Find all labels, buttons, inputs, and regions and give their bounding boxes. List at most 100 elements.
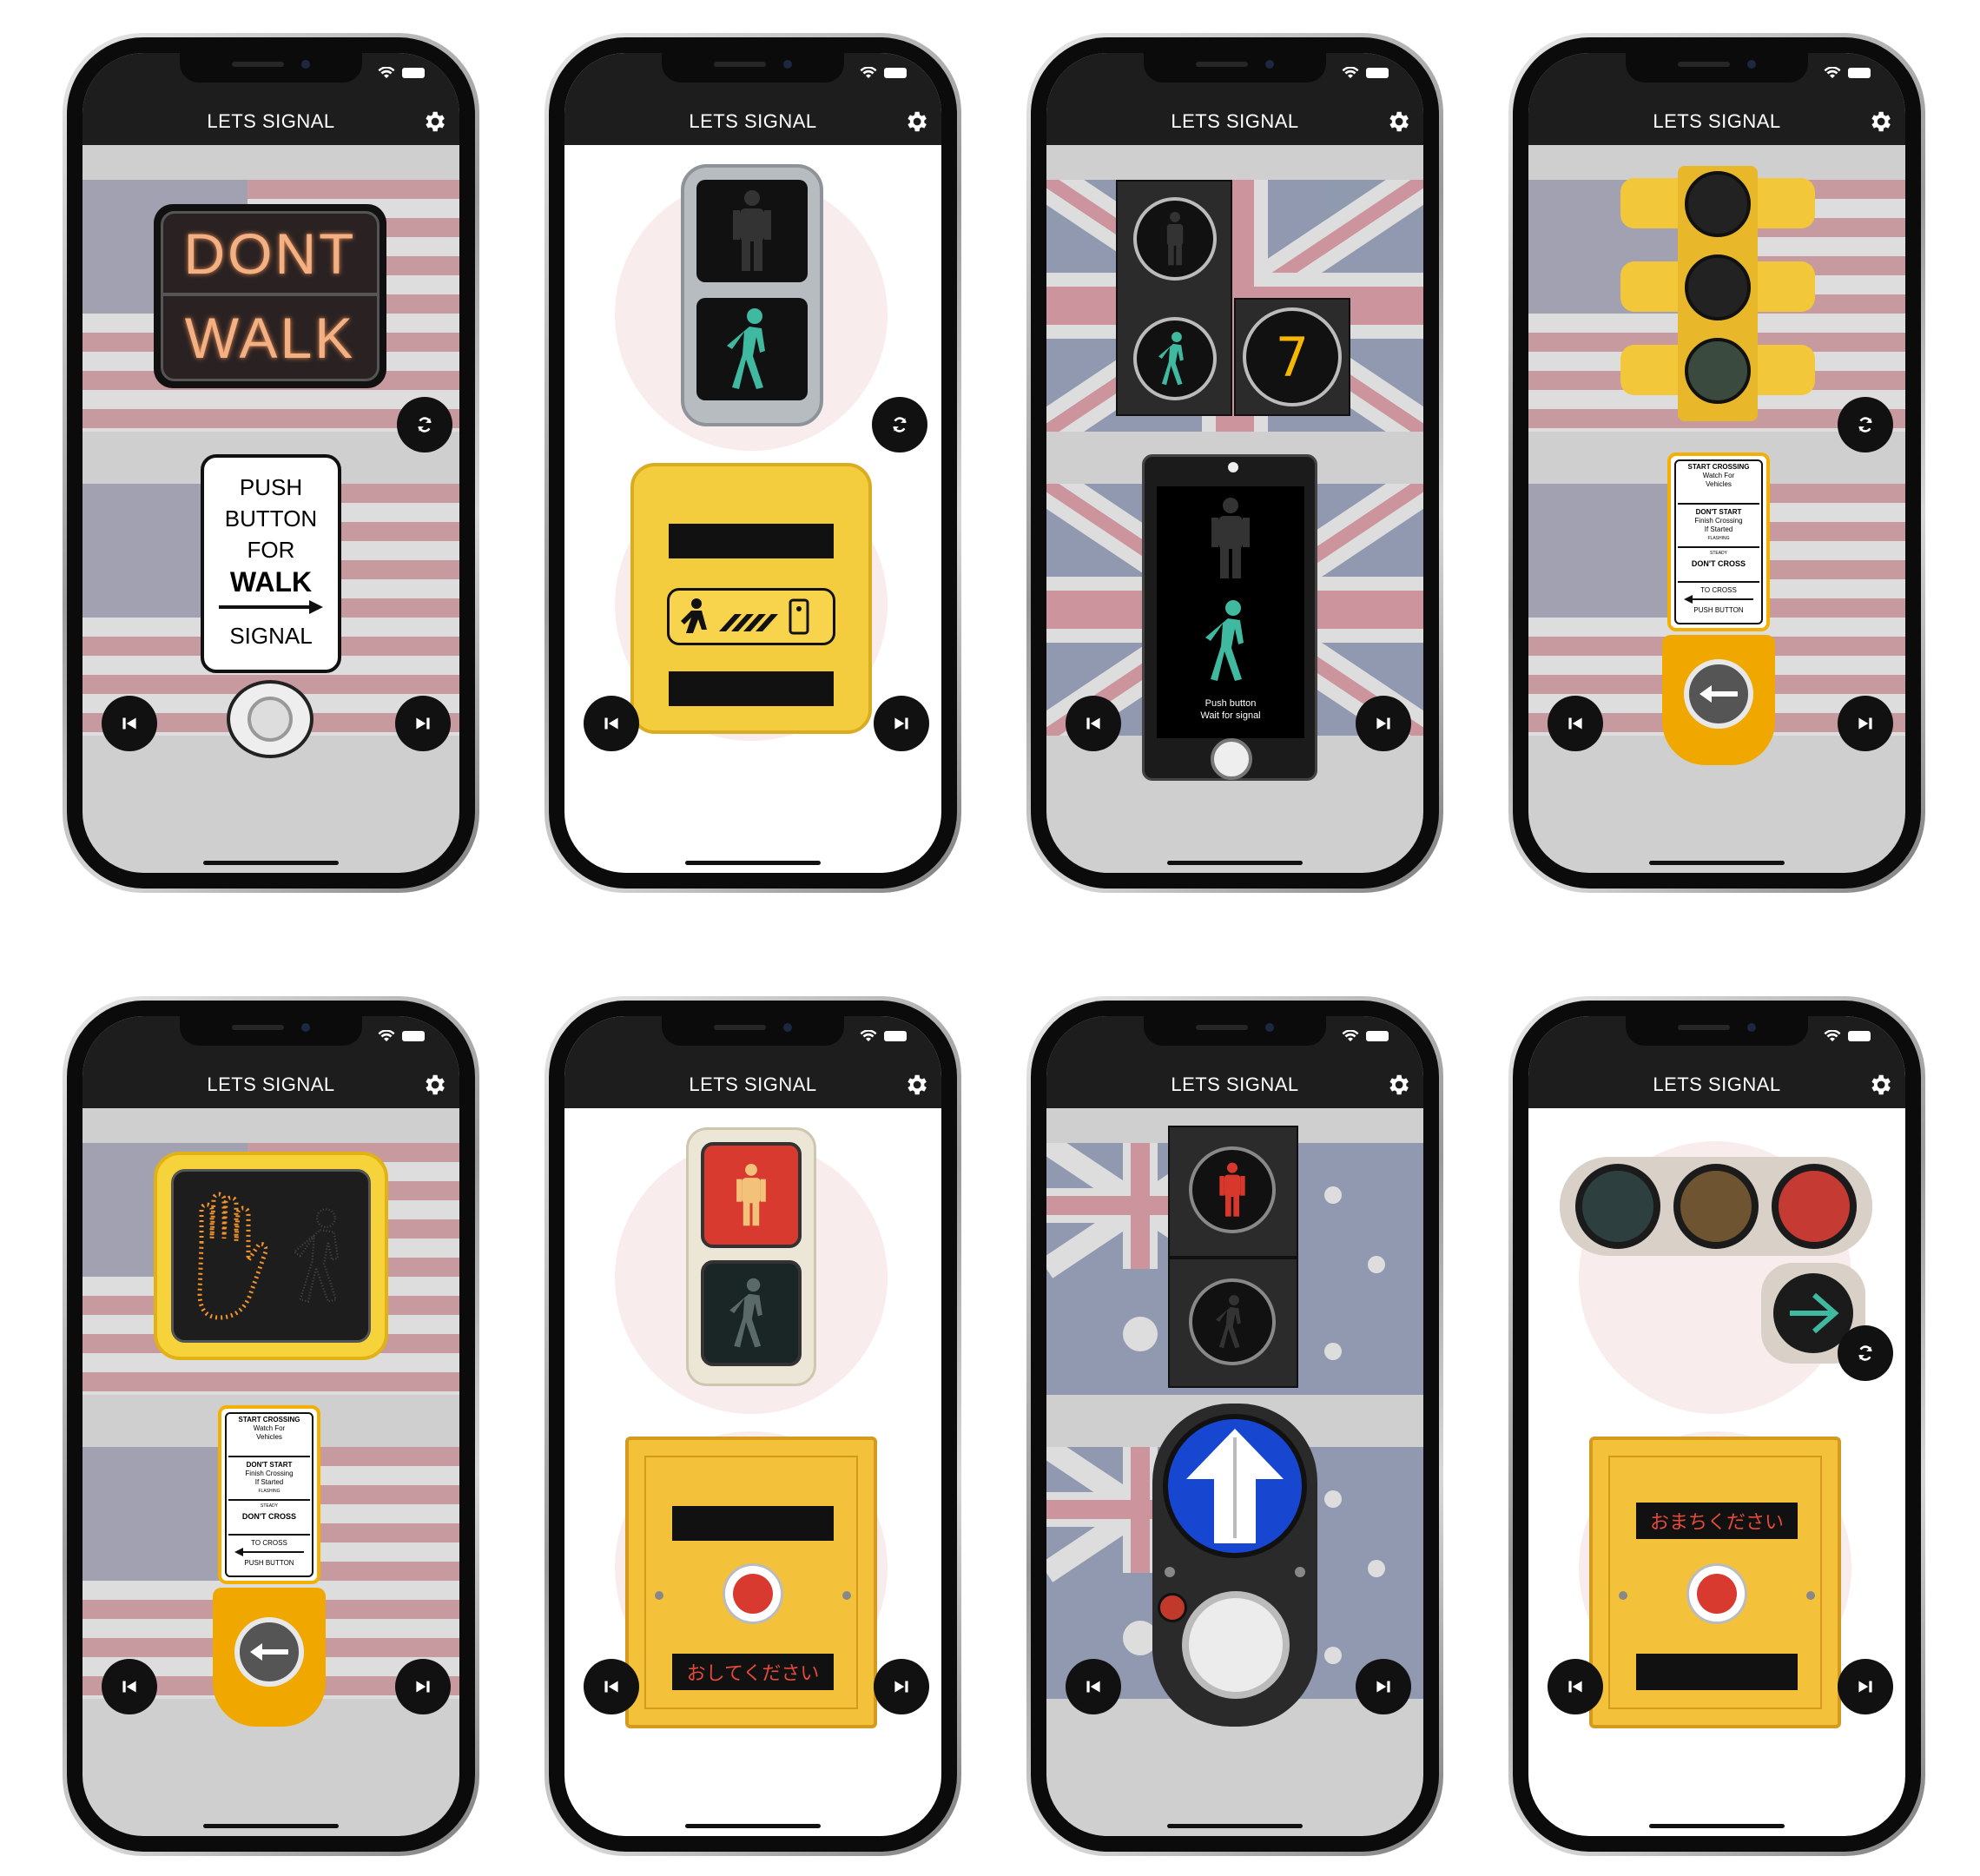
signal-lamp — [1673, 1164, 1759, 1249]
crossing-instruction-sign: START CROSSING Watch For Vehicles DON'T … — [1667, 452, 1770, 631]
phone-frame: LETS SIGNAL DONT WALK PUSH BUTTON FOR WA… — [63, 33, 479, 893]
app-title: LETS SIGNAL — [689, 1073, 817, 1095]
push-button[interactable] — [1684, 659, 1753, 729]
signal-lamp — [1685, 254, 1751, 320]
instruction-text: DON'T CROSS — [241, 1512, 297, 1521]
next-signal-button[interactable] — [1838, 696, 1893, 751]
push-button[interactable] — [1686, 1563, 1747, 1624]
skip-next-icon — [1858, 717, 1872, 730]
switch-signal-button[interactable] — [1838, 397, 1893, 452]
switch-signal-button[interactable] — [397, 397, 452, 452]
skip-next-icon — [894, 717, 908, 730]
push-button-housing[interactable] — [213, 1588, 326, 1727]
push-button[interactable] — [723, 1563, 783, 1624]
arrow-right-icon — [1790, 1292, 1839, 1334]
next-signal-button[interactable] — [1356, 696, 1411, 751]
next-signal-button[interactable] — [874, 1659, 929, 1714]
gear-icon[interactable] — [1867, 1072, 1893, 1098]
panel-text: Push button — [1204, 698, 1257, 709]
arrow-left-icon — [1684, 595, 1753, 604]
walking-person-icon — [727, 308, 765, 389]
battery-icon — [884, 68, 907, 78]
notch — [1626, 1016, 1808, 1046]
previous-signal-button[interactable] — [1548, 696, 1603, 751]
gear-icon[interactable] — [421, 1072, 447, 1098]
home-indicator — [1649, 1824, 1785, 1828]
previous-signal-button[interactable] — [1548, 1659, 1603, 1714]
push-button-box[interactable]: おしてください — [625, 1437, 877, 1728]
battery-icon — [884, 1031, 907, 1041]
crossing-instruction-sign: START CROSSING Watch For Vehicles DON'T … — [218, 1405, 320, 1584]
wifi-icon — [378, 1030, 395, 1041]
instruction-text: PUSH BUTTON — [1693, 606, 1744, 614]
gear-icon[interactable] — [1385, 109, 1411, 135]
arrow-right-icon — [219, 600, 323, 614]
next-signal-button[interactable] — [1838, 1659, 1893, 1714]
push-button-unit[interactable] — [1152, 1404, 1317, 1727]
app-title: LETS SIGNAL — [1653, 1073, 1781, 1095]
app-title: LETS SIGNAL — [1653, 110, 1781, 132]
app-screen: LETS SIGNAL — [564, 53, 941, 873]
gear-icon[interactable] — [1867, 109, 1893, 135]
phone-frame: LETS SIGNAL — [1026, 33, 1443, 893]
app-bar: LETS SIGNAL — [82, 1061, 459, 1108]
previous-signal-button[interactable] — [584, 696, 639, 751]
push-button-housing[interactable] — [1662, 635, 1775, 765]
wifi-icon — [860, 1030, 877, 1041]
standing-person-icon — [733, 190, 771, 271]
push-button-panel[interactable]: Push button Wait for signal — [1142, 454, 1317, 781]
instruction-text: START CROSSING — [1687, 463, 1750, 471]
refresh-icon — [1858, 1345, 1872, 1361]
previous-signal-button[interactable] — [1066, 696, 1121, 751]
push-button[interactable] — [1182, 1591, 1290, 1699]
next-signal-button[interactable] — [395, 696, 451, 751]
signal-lamp — [1685, 338, 1751, 404]
previous-signal-button[interactable] — [102, 1659, 157, 1714]
next-signal-button[interactable] — [874, 696, 929, 751]
previous-signal-button[interactable] — [102, 696, 157, 751]
previous-signal-button[interactable] — [1066, 1659, 1121, 1714]
next-signal-button[interactable] — [395, 1659, 451, 1714]
skip-previous-icon — [1568, 717, 1582, 730]
gear-icon[interactable] — [903, 1072, 929, 1098]
phone-frame: LETS SIGNAL — [544, 33, 961, 893]
gear-icon[interactable] — [421, 109, 447, 135]
instruction-text: Vehicles — [1706, 480, 1732, 488]
previous-signal-button[interactable] — [584, 1659, 639, 1714]
gear-icon[interactable] — [903, 109, 929, 135]
battery-icon — [1366, 68, 1389, 78]
wifi-icon — [860, 67, 877, 78]
push-button[interactable] — [1211, 738, 1252, 780]
phone-frame: LETS SIGNAL — [1026, 996, 1443, 1856]
app-title: LETS SIGNAL — [207, 110, 335, 132]
walking-person-icon — [729, 1278, 762, 1348]
app-bar: LETS SIGNAL — [82, 98, 459, 145]
push-button[interactable] — [234, 1617, 304, 1687]
signal-content: START CROSSING Watch For Vehicles DON'T … — [82, 1108, 459, 1836]
instruction-text: Watch For — [253, 1424, 286, 1432]
push-button-box[interactable]: おまちください — [1589, 1437, 1841, 1728]
battery-icon — [1848, 68, 1871, 78]
countdown-value: 7 — [1276, 325, 1309, 389]
push-button[interactable] — [227, 680, 314, 758]
arrow-indicator — [1163, 1414, 1307, 1558]
traffic-signal-head — [1560, 1157, 1872, 1256]
instruction-text: TO CROSS — [1700, 586, 1737, 594]
wifi-icon — [378, 67, 395, 78]
app-title: LETS SIGNAL — [689, 110, 817, 132]
walking-person-icon — [292, 1208, 340, 1303]
gear-icon[interactable] — [1385, 1072, 1411, 1098]
walking-person-icon — [1158, 332, 1184, 386]
walking-person-icon — [1205, 600, 1244, 681]
notch — [1144, 53, 1326, 83]
switch-signal-button[interactable] — [1838, 1325, 1893, 1381]
push-button-box[interactable] — [630, 463, 872, 734]
next-signal-button[interactable] — [1356, 1659, 1411, 1714]
app-screen: LETS SIGNAL — [82, 1016, 459, 1836]
pedestrian-signal-head — [154, 1152, 388, 1360]
signal-lamp — [1772, 1164, 1858, 1249]
switch-signal-button[interactable] — [872, 397, 927, 452]
instruction-text: Finish Crossing — [245, 1470, 294, 1477]
instruction-text: Watch For — [1702, 472, 1735, 479]
app-screen: LETS SIGNAL おまちください — [1528, 1016, 1905, 1836]
